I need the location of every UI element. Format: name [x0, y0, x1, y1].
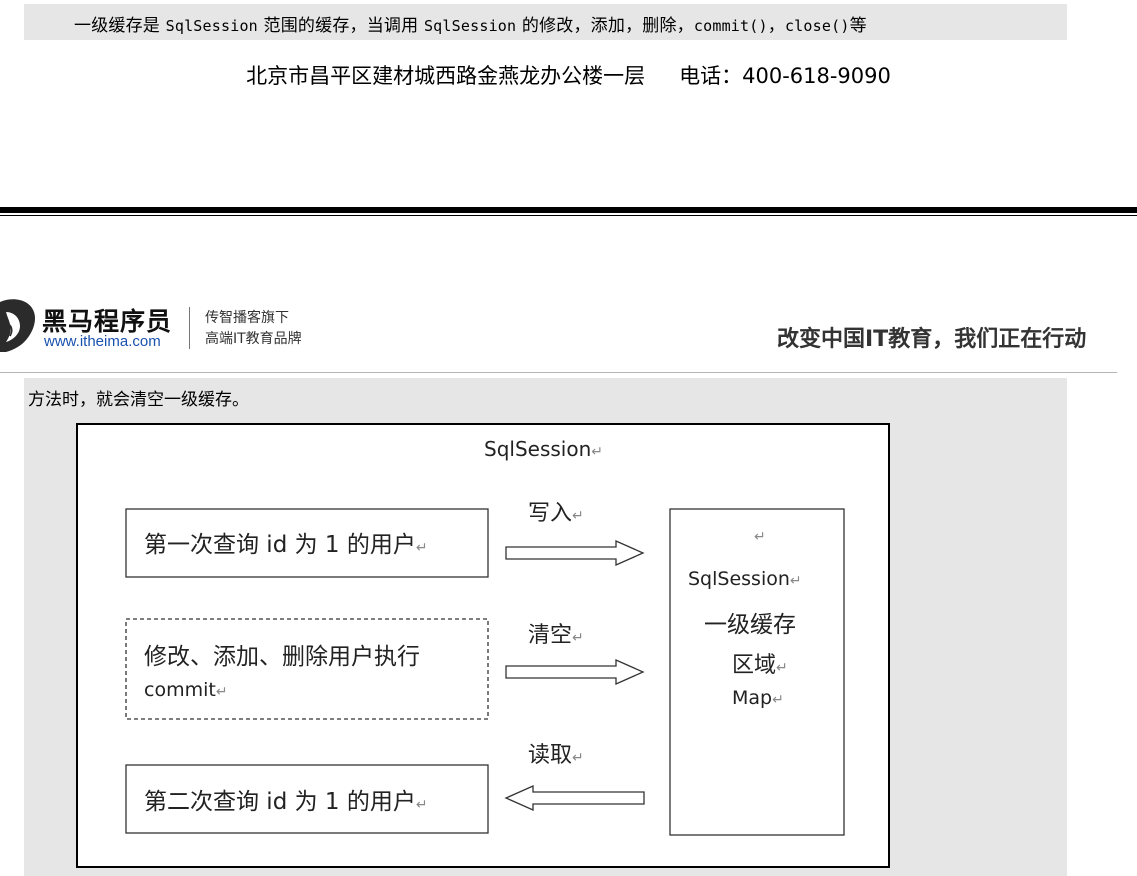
box-query-1-text: 第一次查询 id 为 1 的用户 — [144, 532, 416, 558]
box-query-2-label: 第二次查询 id 为 1 的用户↵ — [144, 782, 428, 816]
code-close: close() — [784, 17, 850, 35]
page-break-rule — [0, 207, 1137, 213]
code-sqlsession: SqlSession — [165, 17, 258, 35]
footer-address: 北京市昌平区建材城西路金燕龙办公楼一层 — [246, 64, 646, 88]
horse-logo-icon — [0, 294, 40, 358]
return-mark: ↵ — [776, 660, 788, 676]
cache-label-4: Map↵ — [732, 687, 784, 709]
cache-empty-line: ↵ — [754, 529, 766, 545]
brand-tagline-1: 传智播客旗下 — [205, 310, 289, 326]
code-commit: commit() — [693, 17, 768, 35]
top-text-segment: ， — [767, 16, 785, 36]
diagram-title: SqlSession↵ — [484, 437, 603, 461]
box-modify-commit: commit↵ — [144, 679, 228, 701]
top-text-line: 一级缓存是 SqlSession 范围的缓存，当调用 SqlSession 的修… — [74, 11, 867, 36]
label-write: 写入↵ — [528, 495, 584, 527]
top-text-segment: 一级缓存是 — [74, 16, 160, 36]
diagram-title-text: SqlSession — [484, 437, 592, 461]
brand-url[interactable]: www.itheima.com — [44, 333, 161, 350]
content-text: 方法时，就会清空一级缓存。 — [28, 390, 249, 410]
box-query-1-label: 第一次查询 id 为 1 的用户↵ — [144, 525, 428, 559]
code-sqlsession: SqlSession — [423, 17, 517, 35]
footer-phone: 电话：400-618-9090 — [679, 64, 891, 88]
return-mark: ↵ — [772, 692, 784, 708]
cache-label-1-text: SqlSession — [688, 568, 790, 590]
label-read-text: 读取 — [528, 743, 573, 768]
label-write-text: 写入 — [528, 501, 573, 526]
cache-label-1: SqlSession↵ — [688, 568, 802, 590]
header-slogan: 改变中国IT教育，我们正在行动 — [777, 327, 1087, 352]
label-clear: 清空↵ — [528, 617, 584, 649]
label-clear-text: 清空 — [528, 623, 573, 648]
label-read: 读取↵ — [528, 737, 584, 769]
top-text-segment: 范围的缓存，当调用 — [263, 16, 419, 36]
return-mark: ↵ — [572, 508, 584, 524]
return-mark: ↵ — [572, 630, 584, 646]
cache-label-3: 区域↵ — [732, 647, 788, 679]
box-modify-commit-text: commit — [144, 679, 216, 701]
header-rule — [0, 372, 1117, 373]
return-mark: ↵ — [789, 573, 802, 589]
logo-divider — [189, 307, 190, 349]
top-text-segment: 的修改，添加，删除， — [521, 16, 694, 36]
return-mark: ↵ — [572, 750, 584, 766]
box-query-2-text: 第二次查询 id 为 1 的用户 — [144, 789, 416, 815]
box-modify-label: 修改、添加、删除用户执行 — [144, 644, 420, 670]
cache-diagram: SqlSession↵ 第一次查询 id 为 1 的用户↵ 修改、添加、删除用户… — [76, 423, 890, 868]
return-mark: ↵ — [215, 684, 228, 700]
cache-label-3-text: 区域 — [732, 653, 777, 678]
return-mark: ↵ — [591, 444, 603, 460]
page-break-rule-thin — [0, 215, 1137, 216]
brand-tagline-2: 高端IT教育品牌 — [205, 331, 302, 347]
return-mark: ↵ — [754, 529, 766, 545]
page-footer: 北京市昌平区建材城西路金燕龙办公楼一层 电话：400-618-9090 — [0, 60, 1137, 90]
top-text-segment: 等 — [849, 16, 867, 36]
return-mark: ↵ — [415, 797, 428, 813]
return-mark: ↵ — [415, 540, 428, 556]
cache-label-4-text: Map — [732, 687, 773, 709]
cache-label-2: 一级缓存 — [704, 612, 796, 638]
